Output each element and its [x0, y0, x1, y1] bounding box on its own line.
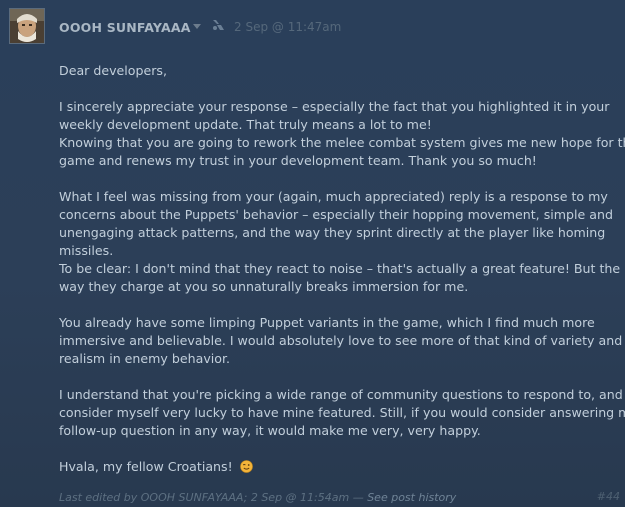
- chevron-down-icon[interactable]: [193, 24, 201, 29]
- post-paragraph: I sincerely appreciate your response – e…: [59, 98, 625, 170]
- post-line: Dear developers,: [59, 63, 167, 78]
- forum-post: OOOH SUNFAYAAA 2 Sep @ 11:47am Dear deve…: [0, 0, 625, 507]
- post-line: unengaging attack patterns, and the way …: [59, 225, 606, 240]
- post-paragraph: Dear developers,: [59, 62, 614, 80]
- author-name[interactable]: OOOH SUNFAYAAA: [59, 20, 191, 35]
- post-number[interactable]: #44: [597, 490, 620, 503]
- post-line: You already have some limping Puppet var…: [59, 315, 595, 330]
- author-avatar[interactable]: [9, 8, 45, 44]
- post-line: I understand that you're picking a wide …: [59, 387, 625, 402]
- post-line: Hvala, my fellow Croatians!: [59, 459, 233, 474]
- post-paragraph: You already have some limping Puppet var…: [59, 314, 622, 368]
- winking-face-emoji: [239, 460, 253, 473]
- post-paragraph: Hvala, my fellow Croatians!: [59, 458, 614, 476]
- post-line: realism in enemy behavior.: [59, 351, 231, 366]
- post-line: consider myself very lucky to have mine …: [59, 405, 625, 420]
- dev-comment-icon: [211, 17, 225, 31]
- post-paragraph: I understand that you're picking a wide …: [59, 386, 625, 440]
- post-line: way they charge at you so unnaturally br…: [59, 279, 469, 294]
- post-line: I sincerely appreciate your response – e…: [59, 99, 610, 114]
- edit-note: Last edited by OOOH SUNFAYAAA; 2 Sep @ 1…: [59, 491, 456, 504]
- post-line: immersive and believable. I would absolu…: [59, 333, 623, 348]
- post-history-link[interactable]: See post history: [367, 491, 456, 504]
- post-line: game and renews my trust in your develop…: [59, 153, 537, 168]
- post-paragraph: What I feel was missing from your (again…: [59, 188, 620, 296]
- post-line: To be clear: I don't mind that they reac…: [59, 261, 621, 276]
- edit-note-text: Last edited by OOOH SUNFAYAAA; 2 Sep @ 1…: [59, 491, 368, 504]
- post-timestamp: 2 Sep @ 11:47am: [234, 20, 342, 34]
- post-line: Knowing that you are going to rework the…: [59, 135, 625, 150]
- post-line: weekly development update. That truly me…: [59, 117, 432, 132]
- post-line: concerns about the Puppets' behavior – e…: [59, 207, 613, 222]
- post-body: Dear developers, I sincerely appreciate …: [59, 62, 625, 476]
- post-line: missiles.: [59, 243, 114, 258]
- post-line: What I feel was missing from your (again…: [59, 189, 608, 204]
- post-line: follow-up question in any way, it would …: [59, 423, 481, 438]
